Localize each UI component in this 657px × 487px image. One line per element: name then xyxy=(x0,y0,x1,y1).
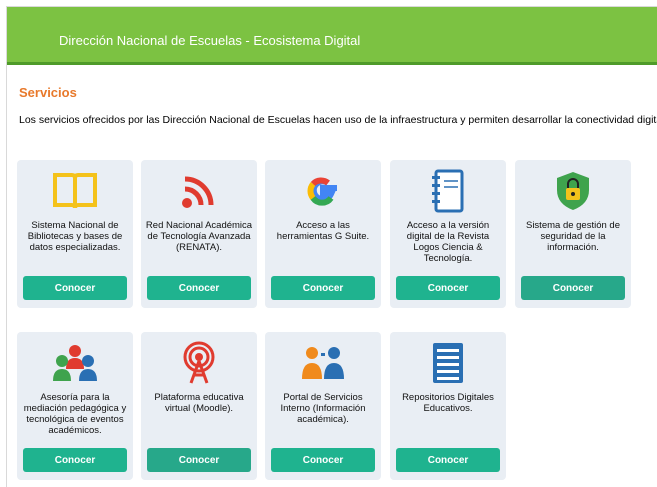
service-label: Repositorios Digitales Educativos. xyxy=(402,392,494,414)
conocer-button[interactable]: Conocer xyxy=(396,276,500,300)
book-icon xyxy=(17,168,133,214)
site-header: Dirección Nacional de Escuelas - Ecosist… xyxy=(7,7,657,65)
section-intro: Los servicios ofrecidos por las Direcció… xyxy=(19,114,657,126)
service-card-gsuite: Acceso a las herramientas G Suite. Conoc… xyxy=(265,160,381,308)
service-label: Acceso a las herramientas G Suite. xyxy=(276,220,370,242)
conocer-button[interactable]: Conocer xyxy=(23,448,127,472)
service-label: Red Nacional Académica de Tecnología Ava… xyxy=(145,220,253,253)
service-card-revista: Acceso a la versión digital de la Revist… xyxy=(390,160,506,308)
notebook-icon xyxy=(390,168,506,214)
conocer-button[interactable]: Conocer xyxy=(271,448,375,472)
service-label: Sistema Nacional de Bibliotecas y bases … xyxy=(27,220,123,253)
page-frame: Dirección Nacional de Escuelas - Ecosist… xyxy=(6,6,657,487)
users-icon xyxy=(265,340,381,386)
google-icon xyxy=(265,168,381,214)
service-card-portal: Portal de Servicios Interno (Información… xyxy=(265,332,381,480)
service-card-seguridad: Sistema de gestión de seguridad de la in… xyxy=(515,160,631,308)
site-title: Dirección Nacional de Escuelas - Ecosist… xyxy=(59,33,361,48)
shield-lock-icon xyxy=(515,168,631,214)
antenna-icon xyxy=(141,340,257,386)
conocer-button[interactable]: Conocer xyxy=(23,276,127,300)
conocer-button[interactable]: Conocer xyxy=(396,448,500,472)
conocer-button[interactable]: Conocer xyxy=(147,276,251,300)
service-card-bibliotecas: Sistema Nacional de Bibliotecas y bases … xyxy=(17,160,133,308)
section-title: Servicios xyxy=(19,85,77,100)
service-card-renata: Red Nacional Académica de Tecnología Ava… xyxy=(141,160,257,308)
conocer-button[interactable]: Conocer xyxy=(147,448,251,472)
list-document-icon xyxy=(390,340,506,386)
service-label: Acceso a la versión digital de la Revist… xyxy=(406,220,490,264)
conocer-button[interactable]: Conocer xyxy=(521,276,625,300)
service-card-moodle: Plataforma educativa virtual (Moodle). C… xyxy=(141,332,257,480)
service-card-repositorios: Repositorios Digitales Educativos. Conoc… xyxy=(390,332,506,480)
service-label: Asesoría para la mediación pedagógica y … xyxy=(23,392,127,436)
people-group-icon xyxy=(17,340,133,386)
service-label: Plataforma educativa virtual (Moodle). xyxy=(154,392,244,414)
service-card-asesoria: Asesoría para la mediación pedagógica y … xyxy=(17,332,133,480)
service-label: Sistema de gestión de seguridad de la in… xyxy=(525,220,620,253)
conocer-button[interactable]: Conocer xyxy=(271,276,375,300)
service-label: Portal de Servicios Interno (Información… xyxy=(280,392,366,425)
wifi-signal-icon xyxy=(141,168,257,214)
